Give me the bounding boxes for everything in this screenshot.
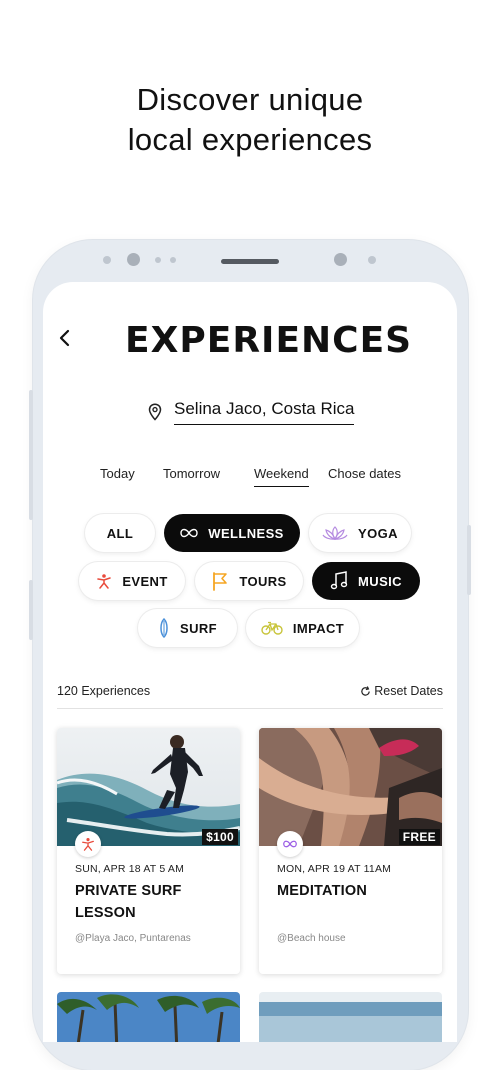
infinity-icon bbox=[180, 528, 198, 538]
bicycle-icon bbox=[261, 621, 283, 635]
price-tag: $100 bbox=[202, 829, 238, 845]
sensor-dot bbox=[155, 257, 161, 263]
phone-side-button bbox=[467, 525, 471, 595]
chip-label: YOGA bbox=[358, 525, 398, 541]
tab-weekend[interactable]: Weekend bbox=[254, 466, 309, 487]
location-pin-icon bbox=[148, 403, 162, 421]
experience-title[interactable]: PRIVATE SURF LESSON bbox=[75, 880, 225, 924]
infinity-icon bbox=[283, 840, 297, 848]
category-chip-music[interactable]: MUSIC bbox=[312, 562, 420, 600]
reset-dates-label: Reset Dates bbox=[374, 684, 443, 698]
experience-card[interactable]: FREE MON, APR 19 AT 11AM MEDITATION @Bea… bbox=[259, 728, 442, 974]
experience-image-palms bbox=[57, 992, 240, 1042]
chip-label: WELLNESS bbox=[208, 525, 284, 541]
category-chip-surf[interactable]: SURF bbox=[138, 609, 237, 647]
surf-person-icon bbox=[82, 838, 94, 851]
category-chip-yoga[interactable]: YOGA bbox=[309, 514, 411, 552]
location-selector[interactable]: Selina Jaco, Costa Rica bbox=[148, 398, 355, 426]
experience-location: @Beach house bbox=[277, 933, 346, 944]
lotus-icon bbox=[322, 526, 348, 541]
headline-line-1: Discover unique bbox=[136, 82, 364, 117]
results-summary: 120 Experiences Reset Dates bbox=[57, 684, 443, 698]
experience-date: MON, APR 19 AT 11AM bbox=[277, 863, 392, 875]
category-badge bbox=[277, 831, 303, 857]
sensor-dot bbox=[170, 257, 176, 263]
chip-label: MUSIC bbox=[358, 573, 402, 589]
chip-label: TOURS bbox=[239, 573, 287, 589]
music-note-icon bbox=[330, 571, 348, 590]
reset-dates-button[interactable]: Reset Dates bbox=[360, 684, 443, 698]
phone-side-button bbox=[29, 580, 33, 640]
experience-card[interactable]: $100 SUN, APR 18 AT 5 AM PRIVATE SURF LE… bbox=[57, 728, 240, 974]
proximity-sensor bbox=[334, 253, 347, 266]
headline-line-2: local experiences bbox=[127, 122, 373, 157]
category-chip-tours[interactable]: TOURS bbox=[195, 562, 303, 600]
chip-label: EVENT bbox=[122, 573, 168, 589]
sensor-dot bbox=[103, 256, 111, 264]
front-camera bbox=[127, 253, 140, 266]
chip-label: SURF bbox=[180, 620, 217, 636]
app-screen: EXPERIENCES Selina Jaco, Costa Rica Toda… bbox=[43, 282, 457, 1042]
sensor-dot bbox=[368, 256, 376, 264]
refresh-icon bbox=[361, 685, 370, 696]
experiences-count: 120 Experiences bbox=[57, 684, 151, 698]
phone-side-button bbox=[29, 390, 33, 520]
chip-label: ALL bbox=[106, 525, 134, 541]
experience-title[interactable]: MEDITATION bbox=[277, 880, 427, 902]
price-tag: FREE bbox=[398, 829, 440, 845]
chip-label: IMPACT bbox=[292, 620, 345, 636]
experience-image-ocean bbox=[259, 992, 442, 1042]
location-text[interactable]: Selina Jaco, Costa Rica bbox=[174, 399, 355, 425]
phone-speaker bbox=[221, 259, 279, 264]
experience-location: @Playa Jaco, Puntarenas bbox=[75, 933, 191, 944]
surfboard-icon bbox=[160, 618, 168, 638]
tab-today[interactable]: Today bbox=[100, 466, 135, 481]
tab-tomorrow[interactable]: Tomorrow bbox=[163, 466, 220, 481]
category-chip-impact[interactable]: IMPACT bbox=[246, 609, 359, 647]
category-chip-wellness[interactable]: WELLNESS bbox=[164, 514, 300, 552]
experience-date: SUN, APR 18 AT 5 AM bbox=[75, 863, 185, 875]
category-badge bbox=[75, 831, 101, 857]
experiences-logo: EXPERIENCES bbox=[125, 320, 413, 361]
category-chip-event[interactable]: EVENT bbox=[79, 562, 185, 600]
page-headline: Discover unique local experiences bbox=[0, 80, 500, 160]
flag-icon bbox=[213, 572, 228, 591]
divider bbox=[57, 708, 443, 709]
dancing-person-icon bbox=[97, 574, 112, 589]
tab-chose-dates[interactable]: Chose dates bbox=[328, 466, 401, 481]
category-chip-all[interactable]: ALL bbox=[85, 514, 155, 552]
date-filter-tabs: Today Tomorrow Weekend Chose dates bbox=[43, 466, 457, 490]
back-arrow-icon[interactable] bbox=[57, 328, 71, 348]
